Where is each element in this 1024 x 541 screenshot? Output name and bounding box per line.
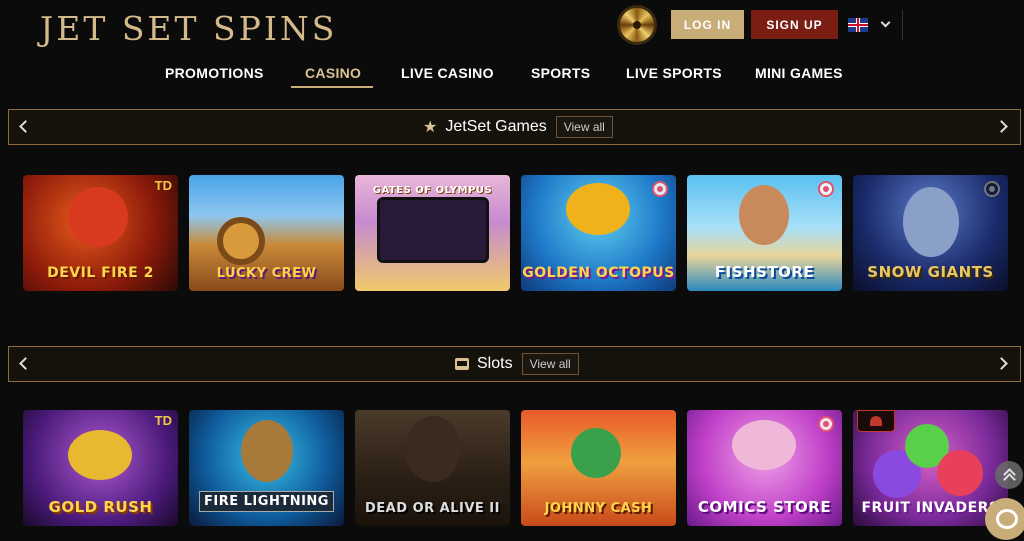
game-tile-gates-of-olympus[interactable]: GATES OF OLYMPUS — [355, 175, 510, 291]
game-tile-fruit-invaders[interactable]: FRUIT INVADERS — [853, 410, 1008, 526]
game-title: GOLD RUSH — [48, 498, 153, 516]
game-tile-snow-giants[interactable]: SNOW GIANTS — [853, 175, 1008, 291]
prize-wheel-icon[interactable] — [617, 5, 657, 45]
header-divider — [902, 10, 903, 40]
game-art — [739, 185, 789, 245]
nav-promotions[interactable]: PROMOTIONS — [165, 65, 264, 81]
game-art — [217, 217, 265, 265]
game-art — [241, 420, 293, 482]
scroll-to-top-icon[interactable] — [995, 461, 1023, 489]
prev-arrow-icon[interactable] — [19, 357, 32, 370]
game-tile-johnny-cash[interactable]: JOHNNY CASH — [521, 410, 676, 526]
game-art — [377, 197, 489, 263]
game-art — [732, 420, 796, 470]
td-badge: TD — [154, 178, 172, 193]
logo-text: JET SET SPINS — [40, 8, 338, 48]
game-tile-dead-or-alive-ii[interactable]: DEAD OR ALIVE II — [355, 410, 510, 526]
feature-badge-icon — [818, 181, 834, 197]
main-nav: PROMOTIONS CASINO LIVE CASINO SPORTS LIV… — [0, 60, 1024, 90]
td-badge: TD — [154, 413, 172, 428]
game-art — [68, 430, 132, 480]
game-tile-fire-lightning[interactable]: FIRE LIGHTNING — [189, 410, 344, 526]
section-bar-jetset-games: ★ JetSet Games View all — [8, 109, 1021, 145]
section-header: ★ JetSet Games View all — [423, 110, 613, 144]
nav-mini-games[interactable]: MINI GAMES — [755, 65, 843, 81]
uk-flag-icon — [848, 18, 868, 32]
game-title: FISHSTORE — [714, 263, 815, 281]
site-header: JET SET SPINS LOG IN SIGN UP PROMOTIONS … — [0, 0, 1024, 95]
game-title: SNOW GIANTS — [867, 263, 994, 281]
nav-live-sports[interactable]: LIVE SPORTS — [626, 65, 722, 81]
game-art — [566, 183, 630, 235]
nav-live-casino[interactable]: LIVE CASINO — [401, 65, 494, 81]
view-all-button[interactable]: View all — [555, 116, 613, 138]
game-tile-golden-octopus[interactable]: GOLDEN OCTOPUS — [521, 175, 676, 291]
chevron-down-icon — [880, 17, 891, 27]
game-art — [937, 450, 983, 496]
game-tile-gold-rush[interactable]: TD GOLD RUSH — [23, 410, 178, 526]
game-tile-lucky-crew[interactable]: LUCKY CREW — [189, 175, 344, 291]
provider-badge-icon — [857, 410, 895, 432]
feature-badge-icon — [652, 181, 668, 197]
next-arrow-icon[interactable] — [995, 357, 1008, 370]
game-title: GOLDEN OCTOPUS — [522, 265, 675, 281]
active-tab-underline — [291, 86, 373, 88]
nav-sports[interactable]: SPORTS — [531, 65, 590, 81]
game-title: JOHNNY CASH — [544, 501, 653, 516]
game-tile-devil-fire-2[interactable]: TD DEVIL FIRE 2 — [23, 175, 178, 291]
language-selector[interactable] — [848, 15, 900, 35]
game-title: FIRE LIGHTNING — [199, 491, 334, 512]
game-art — [903, 187, 959, 257]
signup-button[interactable]: SIGN UP — [751, 10, 838, 39]
feature-badge-icon — [818, 416, 834, 432]
prev-arrow-icon[interactable] — [19, 120, 32, 133]
section-header: Slots View all — [455, 347, 579, 381]
game-art — [571, 428, 621, 478]
game-title: DEVIL FIRE 2 — [47, 265, 154, 281]
view-all-button[interactable]: View all — [521, 353, 579, 375]
game-title: GATES OF OLYMPUS — [372, 185, 493, 196]
game-title: LUCKY CREW — [216, 266, 317, 281]
game-title: DEAD OR ALIVE II — [365, 501, 500, 516]
nav-casino[interactable]: CASINO — [305, 65, 361, 81]
game-art — [405, 416, 461, 482]
section-title: JetSet Games — [445, 118, 547, 135]
jetsetspins-logo[interactable]: JET SET SPINS — [40, 8, 337, 48]
section-title: Slots — [477, 355, 513, 372]
feature-badge-icon — [984, 181, 1000, 197]
login-button[interactable]: LOG IN — [671, 10, 744, 39]
game-title: COMICS STORE — [697, 498, 832, 516]
section-bar-slots: Slots View all — [8, 346, 1021, 382]
next-arrow-icon[interactable] — [995, 120, 1008, 133]
live-chat-icon[interactable] — [985, 498, 1024, 540]
star-icon: ★ — [423, 119, 438, 136]
game-tile-comics-store[interactable]: COMICS STORE — [687, 410, 842, 526]
game-art — [68, 187, 128, 247]
game-tile-fishstore[interactable]: FISHSTORE — [687, 175, 842, 291]
slot-machine-icon — [455, 358, 469, 370]
